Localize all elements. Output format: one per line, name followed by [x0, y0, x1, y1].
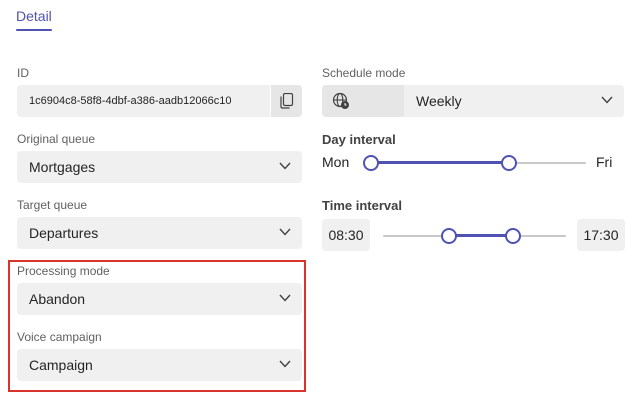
time-interval-end-input[interactable]: 17:30: [577, 219, 625, 251]
chevron-down-icon: [279, 162, 291, 170]
copy-button[interactable]: [270, 85, 302, 117]
copy-icon: [280, 93, 294, 109]
schedule-mode-dropdown[interactable]: Weekly: [322, 85, 624, 117]
day-slider-range: [371, 161, 509, 164]
id-label: ID: [17, 66, 29, 80]
target-queue-value: Departures: [29, 225, 99, 241]
target-queue-dropdown[interactable]: Departures: [17, 217, 302, 249]
time-interval-label: Time interval: [322, 198, 402, 213]
schedule-icon-box: [322, 85, 404, 117]
schedule-mode-value: Weekly: [416, 93, 462, 109]
chevron-down-icon: [601, 96, 613, 104]
time-slider-range: [449, 234, 513, 237]
original-queue-dropdown[interactable]: Mortgages: [17, 151, 302, 183]
original-queue-label: Original queue: [17, 132, 96, 146]
time-slider-start-thumb[interactable]: [441, 228, 457, 244]
day-interval-label: Day interval: [322, 132, 396, 147]
id-value: 1c6904c8-58f8-4dbf-a386-aadb12066c10: [29, 95, 232, 107]
highlight-box: [8, 260, 306, 392]
day-interval-start-label: Mon: [322, 154, 350, 170]
day-interval-end-label: Fri: [596, 154, 613, 170]
day-slider-end-thumb[interactable]: [501, 155, 517, 171]
day-slider-start-thumb[interactable]: [363, 155, 379, 171]
tab-detail-underline: [16, 29, 52, 31]
original-queue-value: Mortgages: [29, 159, 96, 175]
chevron-down-icon: [279, 228, 291, 236]
globe-clock-icon: [332, 92, 349, 109]
time-interval-start-input[interactable]: 08:30: [322, 219, 370, 251]
tab-detail[interactable]: Detail: [16, 8, 52, 24]
time-slider-end-thumb[interactable]: [505, 228, 521, 244]
id-field: 1c6904c8-58f8-4dbf-a386-aadb12066c10: [17, 85, 302, 117]
target-queue-label: Target queue: [17, 198, 88, 212]
schedule-mode-label: Schedule mode: [322, 66, 406, 80]
